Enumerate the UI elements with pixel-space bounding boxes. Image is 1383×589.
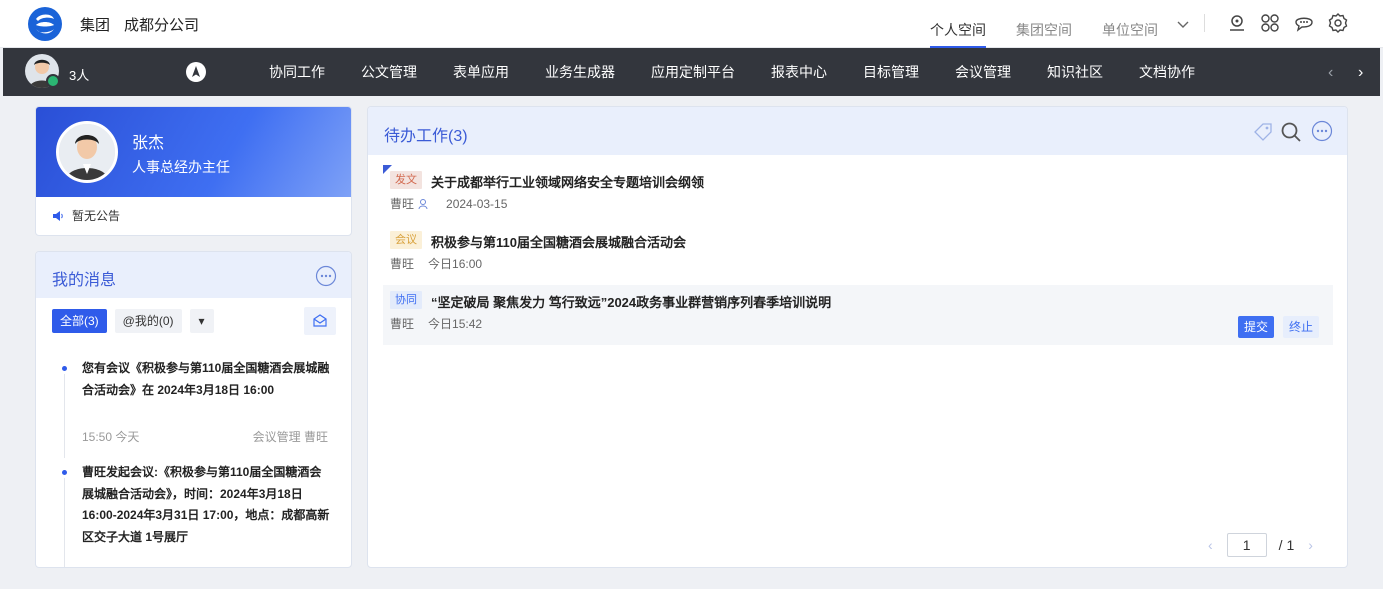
- profile-role: 人事总经办主任: [132, 159, 230, 175]
- todo-title: 待办工作(3): [384, 128, 468, 145]
- nav-item-meetings[interactable]: 会议管理: [937, 48, 1029, 96]
- message-source: 会议管理 曹旺: [252, 430, 328, 444]
- message-time: 15:50 今天: [82, 430, 140, 444]
- search-icon[interactable]: [1280, 121, 1302, 143]
- settings-icon[interactable]: [1327, 12, 1349, 34]
- todo-item[interactable]: 会议 积极参与第110届全国糖酒会展城融合活动会 曹旺 今日16:00: [383, 225, 1333, 285]
- message-dot: [62, 470, 67, 475]
- user-icon: [418, 198, 428, 209]
- page-input[interactable]: 1: [1226, 533, 1267, 557]
- profile-name: 张杰: [132, 135, 165, 152]
- chevron-down-icon[interactable]: [1176, 18, 1190, 32]
- nav-item-collab[interactable]: 协同工作: [251, 48, 343, 96]
- announcement-text: 暂无公告: [72, 209, 121, 223]
- speaker-icon: [53, 210, 63, 221]
- tab-unit-space[interactable]: 单位空间: [1102, 0, 1158, 48]
- announcement[interactable]: 暂无公告: [52, 207, 120, 224]
- todo-item-title[interactable]: 积极参与第110届全国糖酒会展城融合活动会: [431, 232, 686, 251]
- next-page-arrow[interactable]: ›: [1308, 537, 1313, 553]
- todo-tag: 协同: [390, 291, 422, 309]
- stop-button[interactable]: 终止: [1283, 316, 1320, 338]
- messages-header: 我的消息: [36, 252, 351, 298]
- todo-item[interactable]: 发文 关于成都举行工业领域网络安全专题培训会纲领 曹旺 2024-03-15: [383, 165, 1333, 225]
- nav-item-reports[interactable]: 报表中心: [753, 48, 845, 96]
- page-total: / 1: [1278, 537, 1295, 553]
- filter-dropdown[interactable]: ▾: [189, 309, 214, 333]
- nav-item-forms[interactable]: 表单应用: [435, 48, 527, 96]
- todo-item-meta: 曹旺 2024-03-15: [390, 195, 521, 212]
- submit-button[interactable]: 提交: [1238, 316, 1275, 338]
- todo-item-title[interactable]: “坚定破局 聚焦发力 笃行致远”2024政务事业群营销序列春季培训说明: [431, 292, 831, 311]
- todo-item-title[interactable]: 关于成都举行工业领域网络安全专题培训会纲领: [431, 172, 704, 191]
- todo-tag: 发文: [390, 171, 422, 189]
- message-text[interactable]: 您有会议《积极参与第110届全国糖酒会展城融合活动会》在 2024年3月18日 …: [82, 358, 330, 401]
- online-count: 3人: [69, 68, 90, 83]
- todo-sender: 曹旺: [390, 197, 415, 211]
- prev-page-arrow[interactable]: ‹: [1208, 537, 1213, 553]
- pagination: ‹ 1 / 1 ›: [1194, 533, 1327, 557]
- nav-item-builder[interactable]: 业务生成器: [527, 48, 633, 96]
- message-meta: 15:50 今天 会议管理 曹旺: [82, 428, 328, 445]
- mark-read-button[interactable]: [304, 307, 336, 335]
- nav-item-knowledge[interactable]: 知识社区: [1029, 48, 1121, 96]
- nav-menu: 协同工作 公文管理 表单应用 业务生成器 应用定制平台 报表中心 目标管理 会议…: [251, 48, 1213, 96]
- org-group: 集团: [80, 17, 111, 34]
- todo-item[interactable]: 协同 “坚定破局 聚焦发力 笃行致远”2024政务事业群营销序列春季培训说明 曹…: [383, 285, 1333, 345]
- message-filters: 全部(3) @我的(0) ▾: [52, 309, 222, 333]
- tag-icon[interactable]: [1252, 121, 1274, 143]
- mail-open-icon: [313, 314, 327, 327]
- logo-icon[interactable]: [26, 5, 64, 43]
- location-icon[interactable]: [1226, 12, 1248, 34]
- compass-icon[interactable]: [185, 61, 207, 83]
- message-dot: [62, 366, 67, 371]
- nav-next-arrow[interactable]: ›: [1358, 64, 1363, 82]
- profile-avatar[interactable]: [56, 121, 118, 183]
- todo-sender: 曹旺: [390, 317, 415, 331]
- todo-date: 2024-03-15: [446, 196, 508, 211]
- message-text[interactable]: 曹旺发起会议:《积极参与第110届全国糖酒会展城融合活动会》，时间：2024年3…: [82, 462, 330, 548]
- main-nav: 3人 协同工作 公文管理 表单应用 业务生成器 应用定制平台 报表中心 目标管理…: [3, 48, 1380, 96]
- nav-item-platform[interactable]: 应用定制平台: [633, 48, 753, 96]
- chat-icon[interactable]: [1293, 12, 1315, 34]
- header-divider: [1204, 14, 1205, 32]
- todo-header: 待办工作(3): [368, 107, 1347, 155]
- messages-title: 我的消息: [52, 272, 117, 289]
- todo-date: 今日15:42: [428, 317, 483, 331]
- space-tabs: 个人空间 集团空间 单位空间: [930, 0, 1188, 48]
- apps-icon[interactable]: [1259, 12, 1281, 34]
- more-icon[interactable]: [315, 265, 337, 287]
- todo-date: 今日16:00: [428, 257, 483, 271]
- profile-card: 张杰 人事总经办主任 暂无公告: [35, 106, 352, 236]
- nav-item-doc-collab[interactable]: 文档协作: [1121, 48, 1213, 96]
- tab-personal-space[interactable]: 个人空间: [930, 0, 986, 48]
- online-status-icon: [46, 74, 60, 88]
- user-portrait-icon: [59, 124, 115, 180]
- org-name: 集团 成都分公司: [80, 14, 213, 35]
- nav-prev-arrow[interactable]: ‹: [1328, 64, 1333, 82]
- org-unit: 成都分公司: [124, 17, 200, 34]
- todo-item-meta: 曹旺 今日15:42: [390, 315, 496, 332]
- filter-mentions[interactable]: @我的(0): [114, 309, 182, 333]
- filter-all[interactable]: 全部(3): [52, 309, 107, 333]
- todo-tag: 会议: [390, 231, 422, 249]
- more-icon[interactable]: [1311, 120, 1333, 142]
- nav-item-docs[interactable]: 公文管理: [343, 48, 435, 96]
- timeline-line: [64, 478, 65, 567]
- nav-item-goals[interactable]: 目标管理: [845, 48, 937, 96]
- todo-sender: 曹旺: [390, 257, 415, 271]
- top-header: 集团 成都分公司 个人空间 集团空间 单位空间: [0, 0, 1383, 48]
- messages-card: 我的消息 全部(3) @我的(0) ▾ 您有会议《积极参与第110届全国糖酒会展…: [35, 251, 352, 568]
- tab-group-space[interactable]: 集团空间: [1016, 0, 1072, 48]
- timeline-line: [64, 374, 65, 458]
- todo-card: 待办工作(3) 发文 关于成都举行工业领域网络安全专题培训会纲领 曹旺 2024…: [367, 106, 1348, 568]
- todo-item-meta: 曹旺 今日16:00: [390, 255, 496, 272]
